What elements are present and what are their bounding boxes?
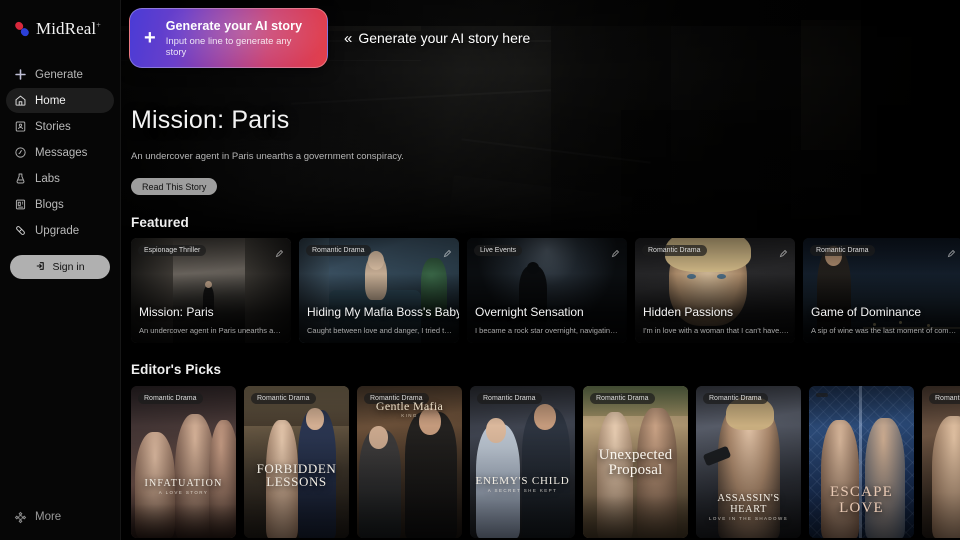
sidebar-item-label: Home xyxy=(35,94,66,107)
genre-tag: Espionage Thriller xyxy=(138,245,207,256)
more-label: More xyxy=(35,511,62,523)
editors-picks-heading: Editor's Picks xyxy=(131,362,222,377)
sidebar: MidReal+ Generate Home Stories Messages … xyxy=(0,0,121,540)
sign-in-label: Sign in xyxy=(52,261,85,273)
onboarding-callout: « Generate your AI story here xyxy=(344,30,530,47)
poster-card[interactable]: Romantic Drama xyxy=(922,386,960,538)
sidebar-item-home[interactable]: Home xyxy=(6,88,114,113)
card-title: Mission: Paris xyxy=(139,305,214,319)
featured-card[interactable]: Romantic Drama Hidden Passions I'm in lo… xyxy=(635,238,795,343)
genre-tag: Romantic Drama xyxy=(642,245,707,256)
main-content: + Generate your AI story Input one line … xyxy=(121,0,960,540)
sidebar-item-upgrade[interactable]: Upgrade xyxy=(6,218,114,243)
card-title: Game of Dominance xyxy=(811,305,922,319)
capsule-icon xyxy=(14,224,27,237)
poster-title: Unexpected Proposal xyxy=(598,447,673,479)
featured-card[interactable]: Espionage Thriller Mission: Paris An und… xyxy=(131,238,291,343)
sign-in-button[interactable]: Sign in xyxy=(10,255,110,279)
top-banner-row: + Generate your AI story Input one line … xyxy=(129,8,530,68)
genre-tag: Romantic Drama xyxy=(138,393,203,404)
poster-title: Gentle Mafia KING xyxy=(375,399,444,419)
sidebar-item-stories[interactable]: Stories xyxy=(6,114,114,139)
pencil-icon[interactable] xyxy=(947,245,956,258)
hero-text-block: Mission: Paris An undercover agent in Pa… xyxy=(131,106,404,195)
message-icon xyxy=(14,146,27,159)
pencil-icon[interactable] xyxy=(779,245,788,258)
pill-capsule-icon xyxy=(12,19,32,39)
genre-tag xyxy=(816,393,828,397)
sidebar-item-label: Generate xyxy=(35,68,83,81)
poster-title: INFATUATION A LOVE STORY xyxy=(144,478,223,496)
card-description: A sip of wine was the last moment of com… xyxy=(811,326,957,335)
flask-icon xyxy=(14,172,27,185)
poster-title: ENEMY'S CHILD A SECRET SHE KEPT xyxy=(475,475,570,494)
genre-tag: Romantic Drama xyxy=(477,393,542,404)
sidebar-item-label: Messages xyxy=(35,146,88,159)
sidebar-item-generate[interactable]: Generate xyxy=(6,62,114,87)
sidebar-item-label: Upgrade xyxy=(35,224,80,237)
gear-icon xyxy=(14,511,27,524)
poster-title: FORBIDDEN LESSONS xyxy=(256,460,337,489)
poster-card[interactable]: Romantic Drama FORBIDDEN LESSONS xyxy=(244,386,349,538)
featured-heading: Featured xyxy=(131,215,189,230)
login-arrow-icon xyxy=(35,260,47,275)
sidebar-nav: Generate Home Stories Messages Labs Blog… xyxy=(0,62,120,243)
sidebar-item-labs[interactable]: Labs xyxy=(6,166,114,191)
generate-story-card[interactable]: + Generate your AI story Input one line … xyxy=(129,8,328,68)
genre-tag: Romantic Drama xyxy=(306,245,371,256)
plus-icon: + xyxy=(144,27,156,49)
hero-subtitle: An undercover agent in Paris unearths a … xyxy=(131,151,404,162)
poster-title: ASSASSIN'S HEART LOVE IN THE SHADOWS xyxy=(708,493,789,522)
featured-card[interactable]: Romantic Drama Game of Dominance A sip o… xyxy=(803,238,960,343)
card-title: Overnight Sensation xyxy=(475,305,584,319)
book-icon xyxy=(14,120,27,133)
sidebar-item-label: Stories xyxy=(35,120,71,133)
poster-card[interactable]: Romantic Drama INFATUATION A LOVE STORY xyxy=(131,386,236,538)
poster-card[interactable]: Romantic Drama Unexpected Proposal xyxy=(583,386,688,538)
genre-tag: Romantic Drama xyxy=(251,393,316,404)
poster-title xyxy=(922,506,960,508)
sidebar-item-blogs[interactable]: Blogs xyxy=(6,192,114,217)
card-description: I'm in love with a woman that I can't ha… xyxy=(643,326,789,335)
midreal-app: MidReal+ Generate Home Stories Messages … xyxy=(0,0,960,540)
read-this-story-button[interactable]: Read This Story xyxy=(131,178,218,195)
genre-tag: Romantic Drama xyxy=(590,393,655,404)
poster-card[interactable]: Romantic Drama Gentle Mafia KING xyxy=(357,386,462,538)
home-icon xyxy=(14,94,27,107)
poster-title: ESCAPE LOVE xyxy=(829,484,894,516)
genre-tag: Romantic Drama xyxy=(810,245,875,256)
card-description: I became a rock star overnight, navigati… xyxy=(475,326,621,335)
featured-card[interactable]: Romantic Drama Hiding My Mafia Boss's Ba… xyxy=(299,238,459,343)
genre-tag: Romantic Drama xyxy=(703,393,768,404)
newspaper-icon xyxy=(14,198,27,211)
plus-icon xyxy=(14,68,27,81)
sidebar-item-label: Labs xyxy=(35,172,60,185)
brand-name: MidReal+ xyxy=(36,19,101,38)
card-description: An undercover agent in Paris unearths a… xyxy=(139,326,281,335)
pencil-icon[interactable] xyxy=(275,245,284,258)
featured-card[interactable]: Live Events Overnight Sensation I became… xyxy=(467,238,627,343)
card-description: Caught between love and danger, I tried … xyxy=(307,326,453,335)
sidebar-item-messages[interactable]: Messages xyxy=(6,140,114,165)
featured-row[interactable]: Espionage Thriller Mission: Paris An und… xyxy=(131,238,960,343)
genre-tag: Live Events xyxy=(474,245,523,256)
sidebar-item-more[interactable]: More xyxy=(0,504,120,530)
pencil-icon[interactable] xyxy=(611,245,620,258)
card-title: Hiding My Mafia Boss's Baby xyxy=(307,305,459,319)
editors-picks-row[interactable]: Romantic Drama INFATUATION A LOVE STORY … xyxy=(131,386,960,538)
poster-card[interactable]: ESCAPE LOVE xyxy=(809,386,914,538)
genre-tag: Romantic Drama xyxy=(929,393,960,404)
generate-card-title: Generate your AI story xyxy=(165,18,303,33)
pencil-icon[interactable] xyxy=(443,245,452,258)
callout-text: Generate your AI story here xyxy=(358,30,531,46)
poster-card[interactable]: Romantic Drama ENEMY'S CHILD A SECRET SH… xyxy=(470,386,575,538)
brand-logo[interactable]: MidReal+ xyxy=(0,8,120,50)
generate-card-subtitle: Input one line to generate any story xyxy=(165,35,292,58)
card-title: Hidden Passions xyxy=(643,305,734,319)
poster-card[interactable]: Romantic Drama ASSASSIN'S HEART LOVE IN … xyxy=(696,386,801,538)
sidebar-item-label: Blogs xyxy=(35,198,64,211)
chevron-left-double-icon: « xyxy=(344,29,353,47)
hero-title: Mission: Paris xyxy=(131,106,290,134)
